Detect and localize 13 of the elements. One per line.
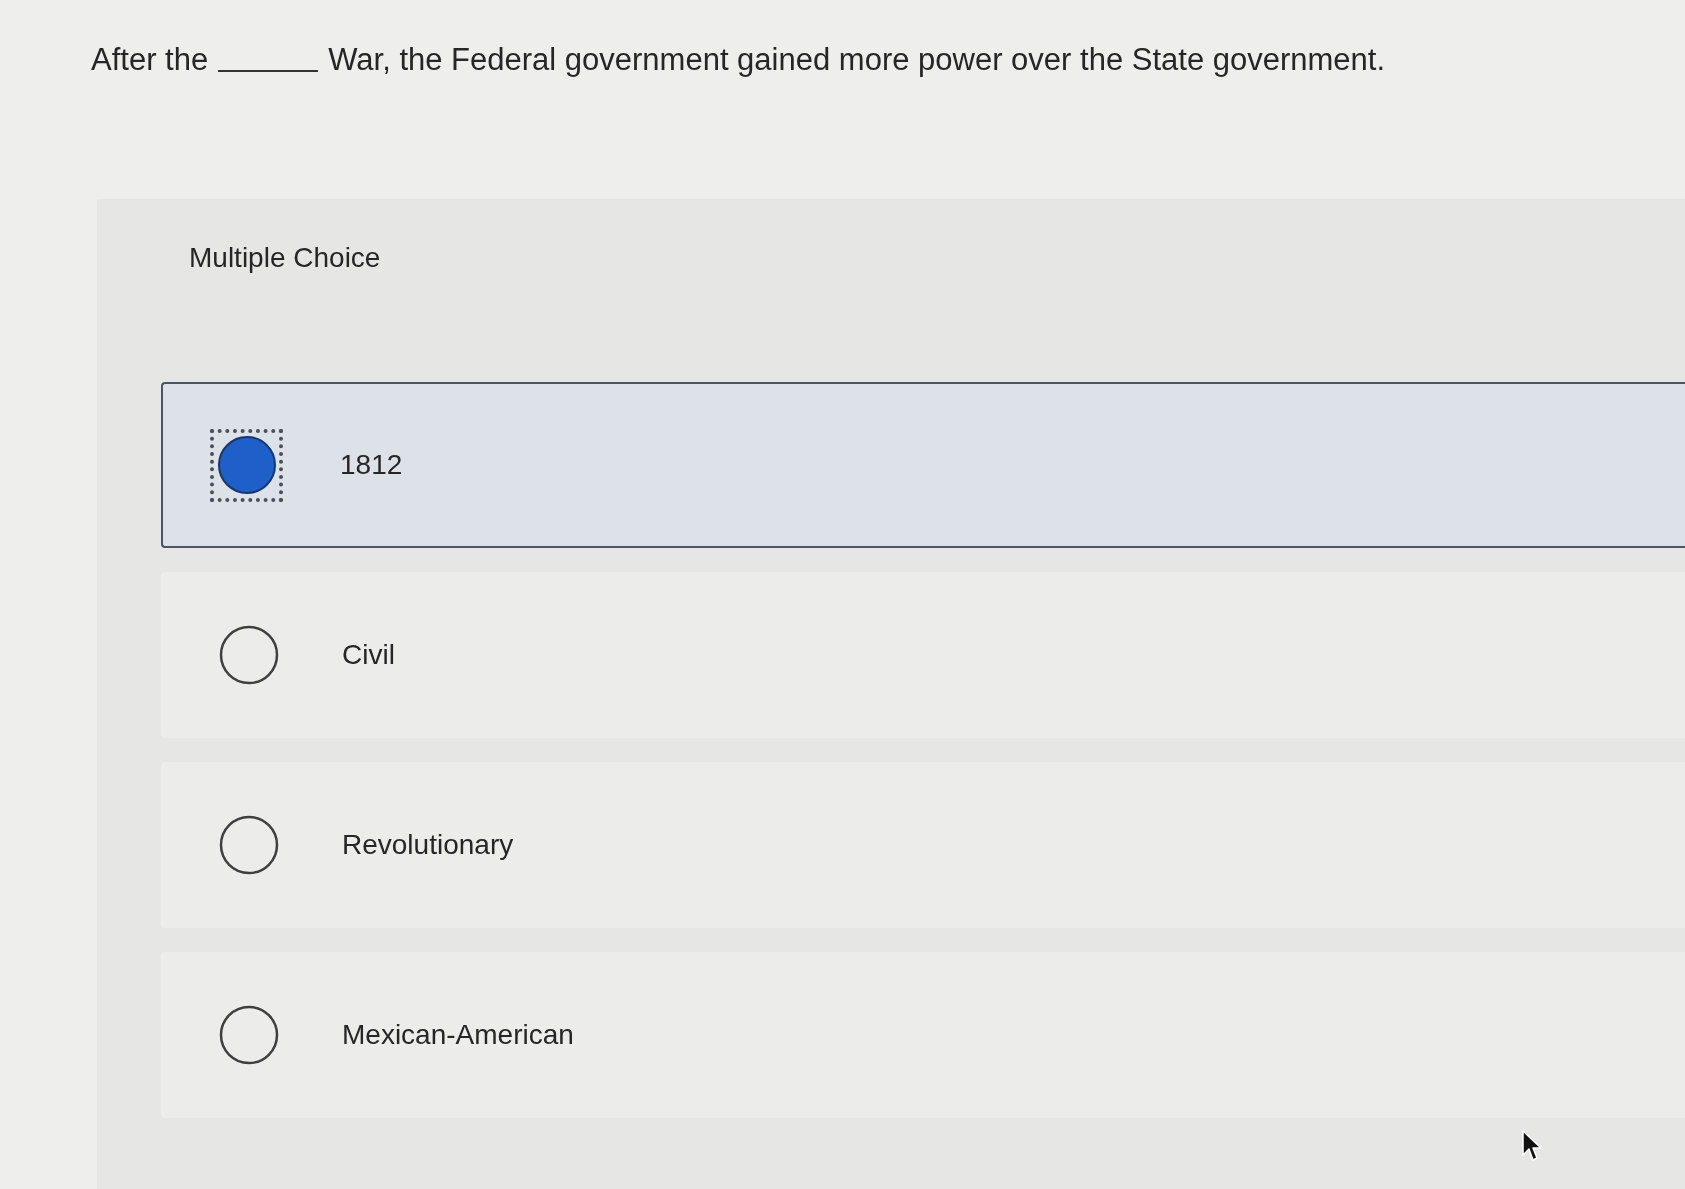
question-text: War, the Federal government gained more power over the State government. (328, 41, 1386, 79)
option-label: 1812 (340, 449, 403, 481)
option-label: Revolutionary (342, 829, 514, 861)
answer-option[interactable]: Civil (161, 572, 1685, 738)
answer-option[interactable]: Mexican-American (161, 952, 1685, 1118)
answer-option[interactable]: Revolutionary (161, 762, 1685, 928)
radio-button[interactable] (210, 428, 283, 502)
cursor-icon (1522, 1130, 1544, 1162)
answer-option[interactable]: 1812 (161, 382, 1685, 548)
question-text: After the (91, 41, 209, 79)
question-type-label: Multiple Choice (189, 242, 381, 274)
option-label: Civil (342, 639, 395, 671)
option-label: Mexican-American (342, 1019, 574, 1051)
